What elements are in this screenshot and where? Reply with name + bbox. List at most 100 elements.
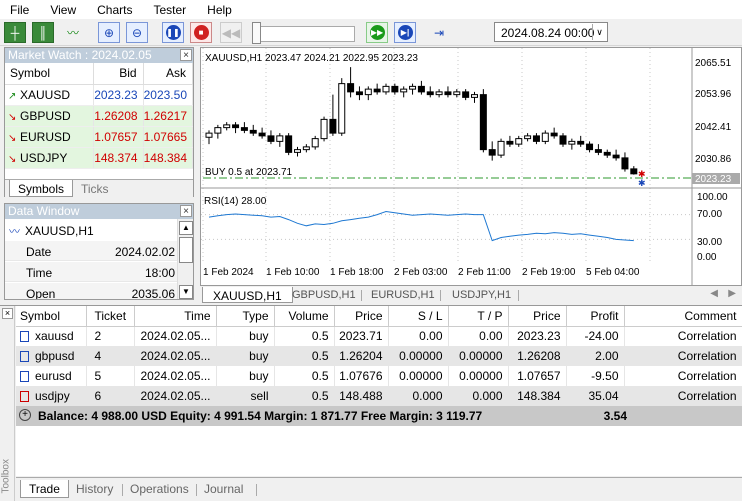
menu-view[interactable]: View: [50, 3, 76, 17]
menu-help[interactable]: Help: [207, 3, 232, 17]
col-price[interactable]: Price: [334, 306, 389, 327]
menu-file[interactable]: File: [10, 3, 29, 17]
col-type[interactable]: Type: [216, 306, 275, 327]
tab-usdjpy[interactable]: USDJPY,H1: [442, 287, 521, 303]
col-time[interactable]: Time: [134, 306, 217, 327]
menu-charts[interactable]: Charts: [97, 3, 132, 17]
candle: [276, 133, 284, 147]
candlestick-chart-icon[interactable]: ┼: [4, 22, 26, 43]
scroll-left-icon[interactable]: ◀: [710, 288, 718, 299]
line-chart-icon[interactable]: 〰: [62, 22, 84, 43]
col-ask[interactable]: Ask: [143, 63, 194, 85]
speed-slider-track[interactable]: [257, 26, 355, 42]
col-sl[interactable]: S / L: [388, 306, 449, 327]
candle-body: [594, 149, 602, 153]
chart-window[interactable]: XAUUSD,H1 2023.47 2024.21 2022.95 2023.2…: [200, 47, 742, 303]
table-row[interactable]: eurusd 5 2024.02.05... buy 0.5 1.07676 0…: [16, 366, 742, 386]
expand-icon[interactable]: +: [19, 409, 31, 421]
col-symbol[interactable]: Symbol: [16, 306, 87, 327]
candle: [497, 138, 505, 158]
zoom-in-icon[interactable]: ⊕: [98, 22, 120, 43]
candle-body: [550, 132, 558, 137]
tab-history[interactable]: History: [68, 480, 121, 498]
candle-body: [603, 151, 611, 156]
candle-body: [355, 91, 363, 96]
tab-symbols[interactable]: Symbols: [9, 180, 74, 197]
time-tick: 5 Feb 04:00: [586, 267, 640, 278]
menu-tester[interactable]: Tester: [153, 3, 186, 17]
close-icon[interactable]: ×: [180, 205, 192, 217]
bar-chart-icon[interactable]: ║: [32, 22, 54, 43]
col-symbol[interactable]: Symbol: [5, 63, 94, 85]
rsi-axis: 100.00 70.00 30.00 0.00: [697, 192, 728, 263]
tab-xauusd[interactable]: XAUUSD,H1: [202, 287, 293, 303]
candle: [294, 146, 301, 157]
data-window-symbol: 〰 XAUUSD,H1: [5, 220, 177, 242]
goto-date-icon[interactable]: ⇥: [428, 22, 450, 43]
candle-body: [302, 146, 310, 151]
tab-trade[interactable]: Trade: [20, 480, 69, 498]
date-field[interactable]: 2024.08.24 00:00 ∨: [494, 22, 608, 42]
balance-row[interactable]: + Balance: 4 988.00 USD Equity: 4 991.54…: [16, 406, 742, 426]
tab-operations[interactable]: Operations: [122, 480, 197, 498]
time-tick: 2 Feb 19:00: [522, 267, 576, 278]
candle: [603, 149, 611, 158]
candle: [232, 122, 240, 134]
col-volume[interactable]: Volume: [274, 306, 335, 327]
speed-slider-thumb[interactable]: [252, 22, 261, 44]
stop-button[interactable]: ■: [190, 22, 212, 43]
candle: [400, 86, 408, 98]
candle: [347, 67, 355, 98]
candle-body: [364, 88, 372, 96]
pause-button[interactable]: ❚❚: [162, 22, 184, 43]
table-row[interactable]: ↗ XAUUSD 2023.23 2023.50: [5, 84, 194, 106]
table-row[interactable]: ↘ USDJPY 148.374 148.384: [5, 147, 194, 169]
close-icon[interactable]: ×: [180, 49, 192, 61]
scroll-down-icon[interactable]: ▼: [179, 285, 193, 299]
time-tick: 1 Feb 18:00: [330, 267, 384, 278]
table-row[interactable]: gbpusd 4 2024.02.05... buy 0.5 1.26204 0…: [16, 346, 742, 366]
price-chart[interactable]: XAUUSD,H1 2023.47 2024.21 2022.95 2023.2…: [201, 48, 741, 286]
candle: [382, 83, 390, 95]
candle: [568, 138, 576, 150]
candle-body: [506, 140, 514, 145]
col-ticket[interactable]: Ticket: [86, 306, 135, 327]
arrow-up-icon: ↗: [8, 90, 17, 102]
arrow-down-icon: ↘: [8, 132, 17, 144]
candle: [488, 141, 496, 161]
fast-forward-button[interactable]: ▶▶: [366, 22, 388, 43]
col-tp[interactable]: T / P: [448, 306, 509, 327]
time-axis: 1 Feb 2024 1 Feb 10:00 1 Feb 18:00 2 Feb…: [203, 267, 640, 278]
candle: [435, 89, 443, 98]
zoom-out-icon[interactable]: ⊖: [126, 22, 148, 43]
col-profit[interactable]: Profit: [566, 306, 625, 327]
price-tick: 2053.96: [695, 89, 732, 100]
table-row[interactable]: usdjpy 6 2024.02.05... sell 0.5 148.488 …: [16, 386, 742, 406]
candle-body: [347, 83, 355, 93]
col-comment[interactable]: Comment: [624, 306, 742, 327]
candle-body: [559, 135, 567, 145]
candle-body: [391, 85, 399, 93]
table-row[interactable]: ↘ EURUSD 1.07657 1.07665: [5, 126, 194, 148]
scroll-thumb[interactable]: [179, 237, 193, 263]
candle-body: [329, 118, 337, 134]
candle: [355, 86, 363, 101]
col-current-price[interactable]: Price: [508, 306, 567, 327]
table-row[interactable]: ↘ GBPUSD 1.26208 1.26217: [5, 105, 194, 127]
table-row[interactable]: xauusd 2 2024.02.05... buy 0.5 2023.71 0…: [16, 326, 742, 346]
tab-journal[interactable]: Journal: [196, 480, 251, 498]
tab-eurusd[interactable]: EURUSD,H1: [361, 287, 445, 303]
col-bid[interactable]: Bid: [93, 63, 144, 85]
chevron-down-icon[interactable]: ∨: [592, 24, 606, 40]
candle: [329, 94, 337, 136]
tab-gbpusd[interactable]: GBPUSD,H1: [282, 287, 366, 303]
close-icon[interactable]: ×: [2, 308, 13, 319]
candle-body: [479, 94, 487, 151]
scroll-up-icon[interactable]: ▲: [179, 221, 193, 235]
scroll-right-icon[interactable]: ▶: [728, 288, 736, 299]
time-tick: 2 Feb 11:00: [458, 267, 511, 278]
tab-ticks[interactable]: Ticks: [73, 180, 117, 197]
scrollbar[interactable]: ▲ ▼: [177, 219, 193, 299]
candle-body: [453, 91, 461, 96]
skip-to-end-button[interactable]: ▶|: [394, 22, 416, 43]
